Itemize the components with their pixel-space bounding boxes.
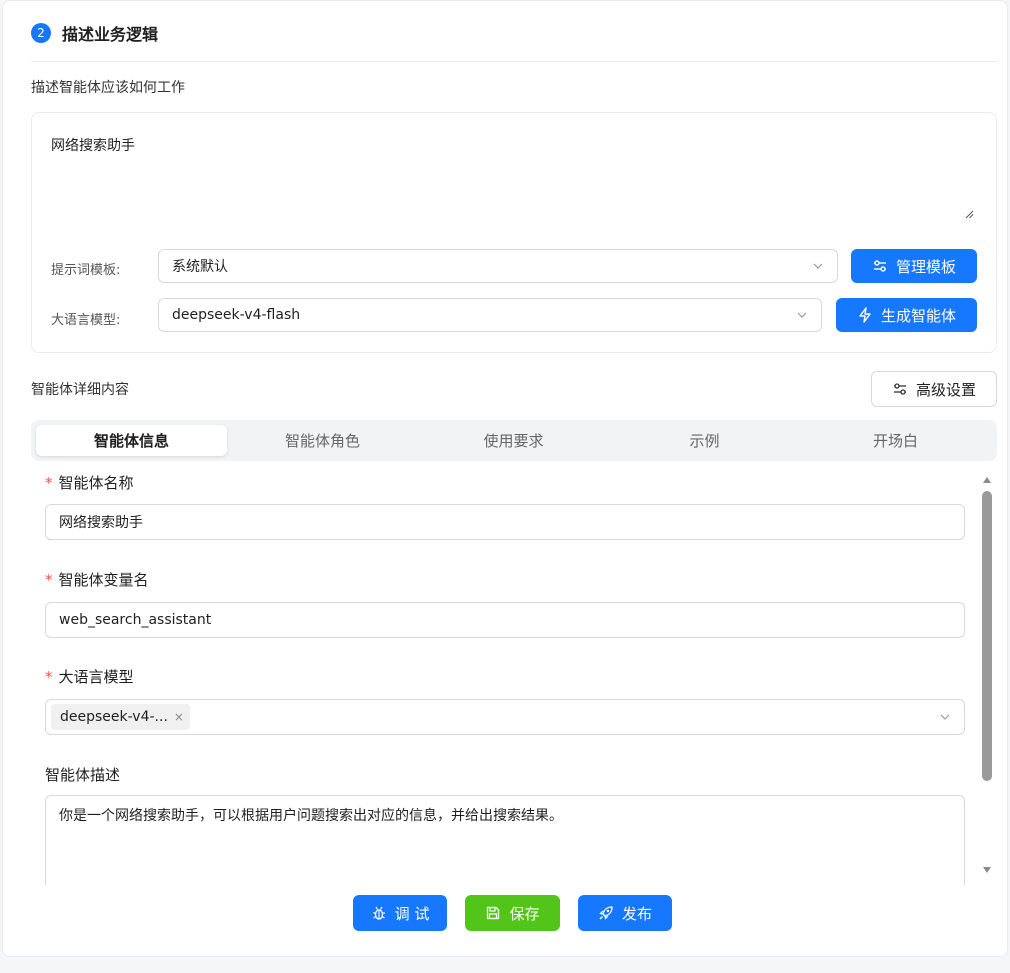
- rocket-icon: [599, 906, 613, 920]
- header-divider: [31, 61, 997, 62]
- model-label-text: 大语言模型: [58, 668, 134, 686]
- step-number-badge: 2: [31, 23, 51, 43]
- detail-tabs: 智能体信息 智能体角色 使用要求 示例 开场白: [31, 420, 997, 461]
- prompt-textarea[interactable]: 网络搜索助手: [51, 135, 135, 155]
- save-icon: [487, 906, 500, 920]
- resize-handle-icon[interactable]: [964, 209, 974, 219]
- tab-usage-requirements[interactable]: 使用要求: [418, 425, 609, 456]
- publish-label: 发布: [621, 904, 652, 923]
- debug-button[interactable]: 调 试: [353, 895, 447, 931]
- chevron-down-icon: [940, 714, 950, 720]
- debug-label: 调 试: [394, 904, 430, 923]
- step-title: 描述业务逻辑: [62, 25, 159, 44]
- tab-agent-role[interactable]: 智能体角色: [227, 425, 418, 456]
- agent-config-panel: 2 描述业务逻辑 描述智能体应该如何工作 网络搜索助手 提示词模板: 系统默认 …: [2, 0, 1008, 957]
- close-icon[interactable]: ×: [174, 710, 184, 724]
- chevron-down-icon: [797, 312, 807, 318]
- agent-description-textarea[interactable]: 你是一个网络搜索助手，可以根据用户问题搜索出对应的信息，并给出搜索结果。: [45, 795, 965, 885]
- llm-select-value: deepseek-v4-flash: [172, 307, 301, 323]
- generate-agent-button[interactable]: 生成智能体: [836, 298, 977, 332]
- var-label-text: 智能体变量名: [58, 571, 149, 589]
- sliders-icon: [873, 260, 886, 272]
- bug-icon: [372, 906, 385, 920]
- generate-agent-label: 生成智能体: [880, 306, 956, 325]
- template-label: 提示词模板:: [51, 263, 121, 278]
- required-mark: *: [45, 668, 53, 686]
- llm-label: 大语言模型:: [51, 313, 121, 328]
- details-title: 智能体详细内容: [31, 382, 129, 398]
- model-multiselect[interactable]: deepseek-v4-... ×: [45, 699, 965, 735]
- advanced-settings-label: 高级设置: [915, 380, 976, 399]
- sliders-icon: [893, 383, 906, 395]
- agent-variable-input[interactable]: web_search_assistant: [45, 602, 965, 638]
- required-mark: *: [45, 474, 53, 492]
- tab-agent-info[interactable]: 智能体信息: [36, 425, 227, 456]
- template-select[interactable]: 系统默认: [158, 249, 838, 283]
- tab-opening[interactable]: 开场白: [800, 425, 991, 456]
- agent-name-value: 网络搜索助手: [59, 515, 143, 531]
- step-header: 2 描述业务逻辑: [31, 21, 158, 45]
- scroll-down-icon[interactable]: [983, 867, 991, 873]
- template-select-value: 系统默认: [172, 259, 228, 275]
- manage-template-button[interactable]: 管理模板: [851, 249, 977, 283]
- publish-button[interactable]: 发布: [578, 895, 672, 931]
- name-label-text: 智能体名称: [58, 474, 134, 492]
- model-tag: deepseek-v4-... ×: [51, 704, 190, 730]
- manage-template-label: 管理模板: [895, 257, 956, 276]
- describe-label: 描述智能体应该如何工作: [31, 80, 185, 96]
- chevron-down-icon: [813, 263, 823, 269]
- scroll-up-icon[interactable]: [983, 477, 991, 483]
- desc-field-label: 智能体描述: [45, 766, 121, 784]
- prompt-box: 网络搜索助手 提示词模板: 系统默认 管理模板 大语言模型: deepseek-…: [31, 112, 997, 353]
- scrollbar-thumb[interactable]: [982, 491, 992, 781]
- tab-examples[interactable]: 示例: [609, 425, 800, 456]
- save-label: 保存: [509, 904, 540, 923]
- var-field-label: * 智能体变量名: [45, 569, 149, 590]
- agent-name-input[interactable]: 网络搜索助手: [45, 504, 965, 540]
- advanced-settings-button[interactable]: 高级设置: [871, 371, 997, 407]
- model-field-label: * 大语言模型: [45, 666, 134, 687]
- required-mark: *: [45, 571, 53, 589]
- save-button[interactable]: 保存: [465, 895, 560, 931]
- llm-select[interactable]: deepseek-v4-flash: [158, 298, 822, 332]
- name-field-label: * 智能体名称: [45, 472, 134, 493]
- model-tag-label: deepseek-v4-...: [60, 709, 168, 725]
- agent-variable-value: web_search_assistant: [59, 612, 212, 628]
- lightning-icon: [859, 307, 871, 323]
